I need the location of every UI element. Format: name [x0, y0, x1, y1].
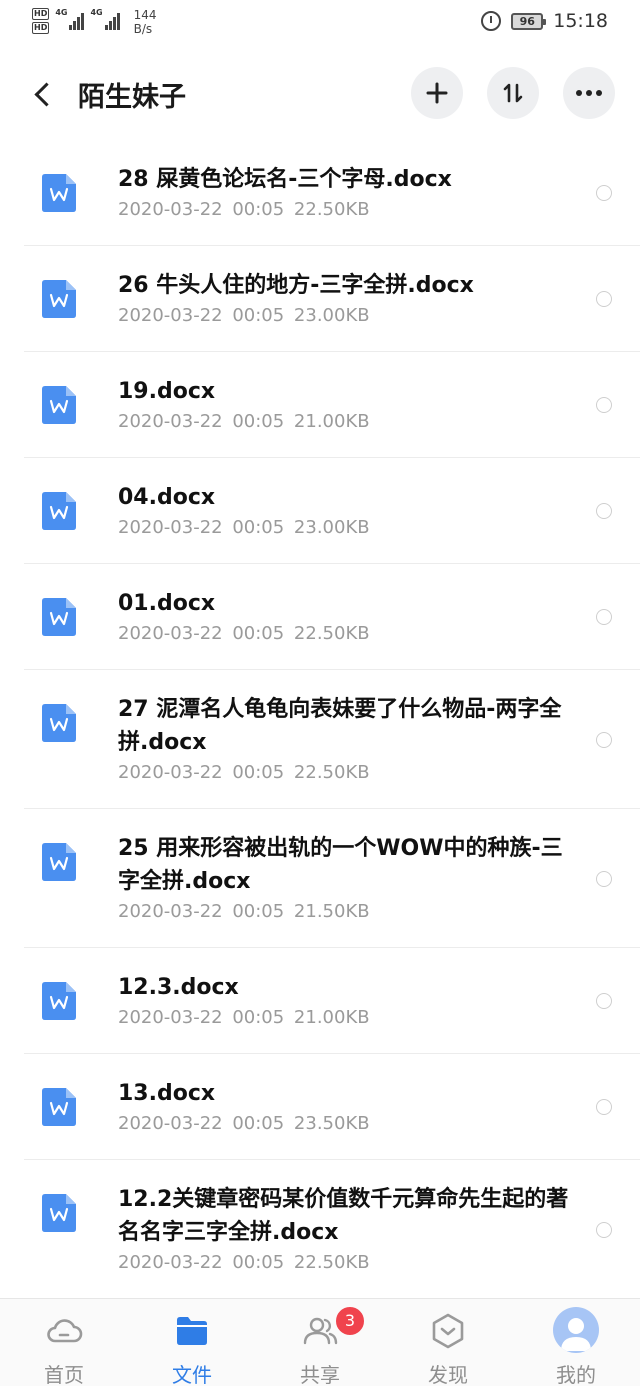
- file-name: 12.2关键章密码某价值数千元算命先生起的著名名字三字全拼.docx: [118, 1187, 569, 1245]
- file-name: 13.docx: [118, 1081, 216, 1106]
- signal-1-icon: 4G: [55, 8, 85, 30]
- add-button[interactable]: [411, 67, 463, 119]
- file-item[interactable]: 19.docx 2020-03-22 00:05 21.00KB: [0, 352, 640, 458]
- file-name: 12.3.docx: [118, 975, 239, 1000]
- file-item[interactable]: 25 用来形容被出轨的一个WOW中的种族-三字全拼.docx 2020-03-2…: [0, 809, 640, 948]
- nav-me-label: 我的: [556, 1363, 596, 1386]
- select-radio[interactable]: [596, 1222, 612, 1238]
- file-name: 01.docx: [118, 591, 216, 616]
- share-badge: 3: [334, 1305, 366, 1337]
- back-button[interactable]: [22, 74, 62, 114]
- folder-icon: [177, 1317, 207, 1345]
- network-type-1: 4G: [55, 8, 68, 17]
- word-doc-icon: [42, 492, 76, 530]
- alarm-icon: [481, 11, 502, 31]
- nav-home-label: 首页: [44, 1363, 84, 1386]
- file-meta: 2020-03-22 00:05 21.00KB: [118, 411, 370, 432]
- file-item[interactable]: 13.docx 2020-03-22 00:05 23.50KB: [0, 1054, 640, 1160]
- nav-discover[interactable]: 发现: [384, 1299, 512, 1386]
- hd-indicator-1: HD: [32, 8, 50, 20]
- file-meta: 2020-03-22 00:05 22.50KB: [118, 762, 370, 783]
- nav-files-label: 文件: [172, 1363, 212, 1386]
- select-radio[interactable]: [596, 503, 612, 519]
- sort-button[interactable]: [487, 67, 539, 119]
- select-radio[interactable]: [596, 397, 612, 413]
- file-item[interactable]: 12.2关键章密码某价值数千元算命先生起的著名名字三字全拼.docx 2020-…: [0, 1160, 640, 1299]
- word-doc-icon: [42, 982, 76, 1020]
- file-item[interactable]: 12.3.docx 2020-03-22 00:05 21.00KB: [0, 948, 640, 1054]
- file-name: 27 泥潭名人龟龟向表妹要了什么物品-两字全拼.docx: [118, 697, 562, 755]
- more-button[interactable]: [563, 67, 615, 119]
- nav-files[interactable]: 文件: [128, 1299, 256, 1386]
- more-dots-icon: [576, 90, 602, 96]
- nav-discover-label: 发现: [428, 1363, 468, 1386]
- avatar-icon: [553, 1307, 599, 1353]
- nav-me[interactable]: 我的: [512, 1299, 640, 1386]
- file-meta: 2020-03-22 00:05 22.50KB: [118, 1252, 370, 1273]
- file-name: 25 用来形容被出轨的一个WOW中的种族-三字全拼.docx: [118, 836, 563, 894]
- word-doc-icon: [42, 174, 76, 212]
- nav-home[interactable]: 首页: [0, 1299, 128, 1386]
- file-meta: 2020-03-22 00:05 22.50KB: [118, 199, 370, 220]
- select-radio[interactable]: [596, 732, 612, 748]
- file-meta: 2020-03-22 00:05 22.50KB: [118, 623, 370, 644]
- word-doc-icon: [42, 843, 76, 881]
- nav-share[interactable]: 3 共享: [256, 1299, 384, 1386]
- nav-share-label: 共享: [300, 1363, 340, 1386]
- file-item[interactable]: 04.docx 2020-03-22 00:05 23.00KB: [0, 458, 640, 564]
- file-name: 28 屎黄色论坛名-三个字母.docx: [118, 167, 452, 192]
- file-meta: 2020-03-22 00:05 23.00KB: [118, 517, 370, 538]
- word-doc-icon: [42, 1194, 76, 1232]
- bottom-nav: 首页 文件 3 共享 发现 我的: [0, 1298, 640, 1386]
- file-meta: 2020-03-22 00:05 23.50KB: [118, 1113, 370, 1134]
- file-item[interactable]: 01.docx 2020-03-22 00:05 22.50KB: [0, 564, 640, 670]
- header: 陌生妹子: [0, 60, 640, 128]
- discover-icon: [432, 1313, 464, 1349]
- select-radio[interactable]: [596, 185, 612, 201]
- select-radio[interactable]: [596, 609, 612, 625]
- plus-icon: [426, 82, 448, 104]
- file-item[interactable]: 28 屎黄色论坛名-三个字母.docx 2020-03-22 00:05 22.…: [0, 140, 640, 246]
- file-meta: 2020-03-22 00:05 23.00KB: [118, 305, 370, 326]
- select-radio[interactable]: [596, 1099, 612, 1115]
- speed-unit: B/s: [133, 22, 153, 36]
- word-doc-icon: [42, 598, 76, 636]
- select-radio[interactable]: [596, 871, 612, 887]
- signal-2-icon: 4G: [90, 8, 120, 30]
- hd-indicator-2: HD: [32, 22, 50, 34]
- speed-value: 144: [133, 8, 157, 22]
- file-item[interactable]: 26 牛头人住的地方-三字全拼.docx 2020-03-22 00:05 23…: [0, 246, 640, 352]
- status-bar: HD HD 4G 4G 144 B/s 96 15:18: [0, 0, 640, 44]
- word-doc-icon: [42, 386, 76, 424]
- file-item[interactable]: 27 泥潭名人龟龟向表妹要了什么物品-两字全拼.docx 2020-03-22 …: [0, 670, 640, 809]
- file-name: 19.docx: [118, 379, 216, 404]
- file-meta: 2020-03-22 00:05 21.00KB: [118, 1007, 370, 1028]
- file-name: 26 牛头人住的地方-三字全拼.docx: [118, 273, 474, 298]
- word-doc-icon: [42, 704, 76, 742]
- cloud-icon: [47, 1319, 83, 1343]
- select-radio[interactable]: [596, 291, 612, 307]
- network-speed: 144 B/s: [134, 8, 157, 36]
- word-doc-icon: [42, 1088, 76, 1126]
- network-type-2: 4G: [90, 8, 103, 17]
- select-radio[interactable]: [596, 993, 612, 1009]
- file-name: 04.docx: [118, 485, 216, 510]
- battery-icon: 96: [511, 12, 547, 30]
- clock: 15:18: [553, 10, 608, 32]
- sort-icon: [503, 83, 523, 103]
- page-title: 陌生妹子: [78, 82, 186, 113]
- file-meta: 2020-03-22 00:05 21.50KB: [118, 901, 370, 922]
- word-doc-icon: [42, 280, 76, 318]
- file-list: 28 屎黄色论坛名-三个字母.docx 2020-03-22 00:05 22.…: [0, 140, 640, 1299]
